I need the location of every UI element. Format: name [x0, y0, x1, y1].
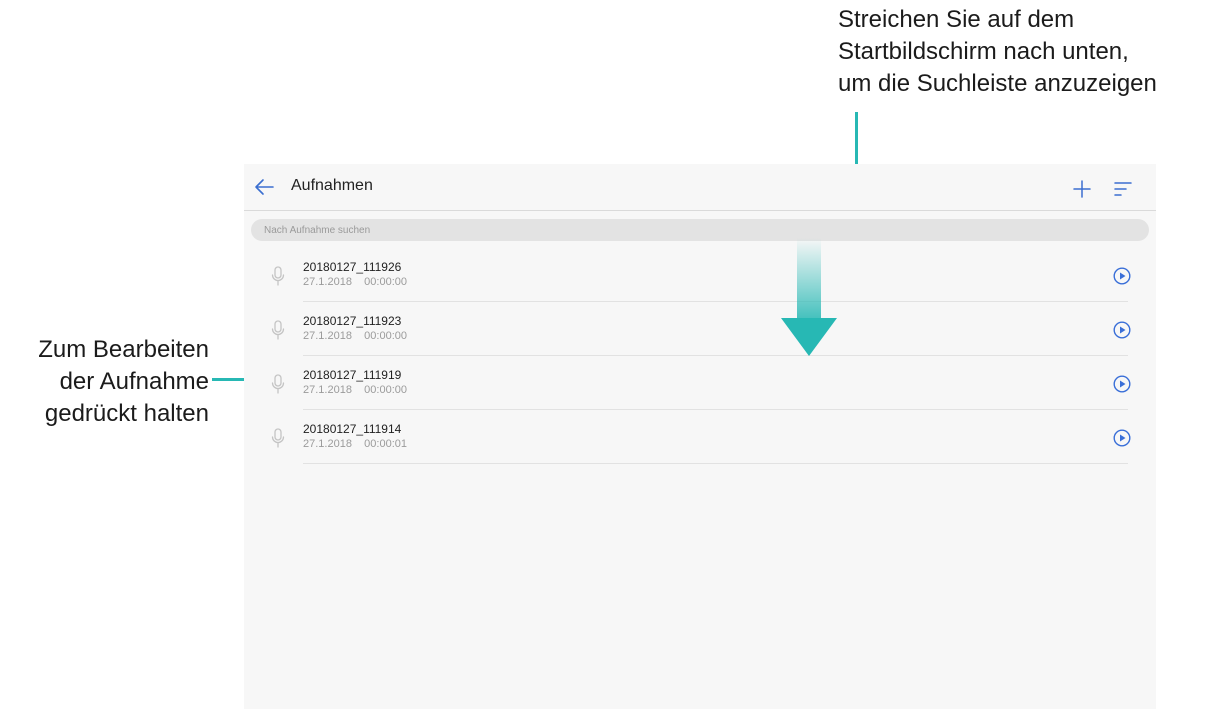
- recording-date: 27.1.2018: [303, 438, 352, 450]
- recording-meta: 27.1.2018 00:00:00: [303, 276, 407, 288]
- recording-meta: 27.1.2018 00:00:00: [303, 384, 407, 396]
- swipe-down-arrow-icon: [781, 238, 837, 356]
- recording-date: 27.1.2018: [303, 330, 352, 342]
- annotation-line: Zum Bearbeiten: [38, 336, 209, 363]
- recordings-list: 20180127_111926 27.1.2018 00:00:00 20180…: [244, 248, 1156, 464]
- annotation-line: um die Suchleiste anzuzeigen: [838, 70, 1157, 97]
- play-circle-icon[interactable]: [1113, 429, 1131, 447]
- list-item[interactable]: 20180127_111919 27.1.2018 00:00:00: [244, 356, 1156, 410]
- recording-duration: 00:00:00: [364, 384, 407, 396]
- play-circle-icon[interactable]: [1113, 267, 1131, 285]
- recording-duration: 00:00:00: [364, 330, 407, 342]
- microphone-icon: [271, 320, 285, 340]
- list-item[interactable]: 20180127_111926 27.1.2018 00:00:00: [244, 248, 1156, 302]
- annotation-edit-hint: Zum Bearbeiten der Aufnahme gedrückt hal…: [0, 334, 209, 430]
- recording-name: 20180127_111914: [303, 422, 402, 436]
- recording-meta: 27.1.2018 00:00:00: [303, 330, 407, 342]
- annotation-line: Startbildschirm nach unten,: [838, 38, 1129, 65]
- plus-icon[interactable]: [1072, 179, 1092, 199]
- app-bar: Aufnahmen: [244, 164, 1156, 211]
- recording-name: 20180127_111919: [303, 368, 402, 382]
- microphone-icon: [271, 374, 285, 394]
- recording-meta: 27.1.2018 00:00:01: [303, 438, 407, 450]
- list-item[interactable]: 20180127_111923 27.1.2018 00:00:00: [244, 302, 1156, 356]
- search-input[interactable]: [251, 219, 1149, 241]
- recording-name: 20180127_111926: [303, 260, 402, 274]
- recording-duration: 00:00:00: [364, 276, 407, 288]
- page-title: Aufnahmen: [291, 177, 373, 194]
- play-circle-icon[interactable]: [1113, 321, 1131, 339]
- list-item[interactable]: 20180127_111914 27.1.2018 00:00:01: [244, 410, 1156, 464]
- microphone-icon: [271, 266, 285, 286]
- recording-name: 20180127_111923: [303, 314, 402, 328]
- arrow-left-icon[interactable]: [254, 178, 274, 196]
- annotation-search-hint: Streichen Sie auf dem Startbildschirm na…: [838, 4, 1208, 100]
- recording-date: 27.1.2018: [303, 384, 352, 396]
- annotation-line: Streichen Sie auf dem: [838, 6, 1075, 33]
- annotation-line: gedrückt halten: [44, 400, 209, 427]
- microphone-icon: [271, 428, 285, 448]
- play-circle-icon[interactable]: [1113, 375, 1131, 393]
- sort-icon[interactable]: [1113, 181, 1133, 197]
- recorder-screen: Aufnahmen 20180127_111926 27.1.2018 00:0…: [244, 164, 1156, 709]
- recording-duration: 00:00:01: [364, 438, 407, 450]
- recording-date: 27.1.2018: [303, 276, 352, 288]
- row-divider: [303, 463, 1128, 464]
- annotation-line: der Aufnahme: [59, 368, 209, 395]
